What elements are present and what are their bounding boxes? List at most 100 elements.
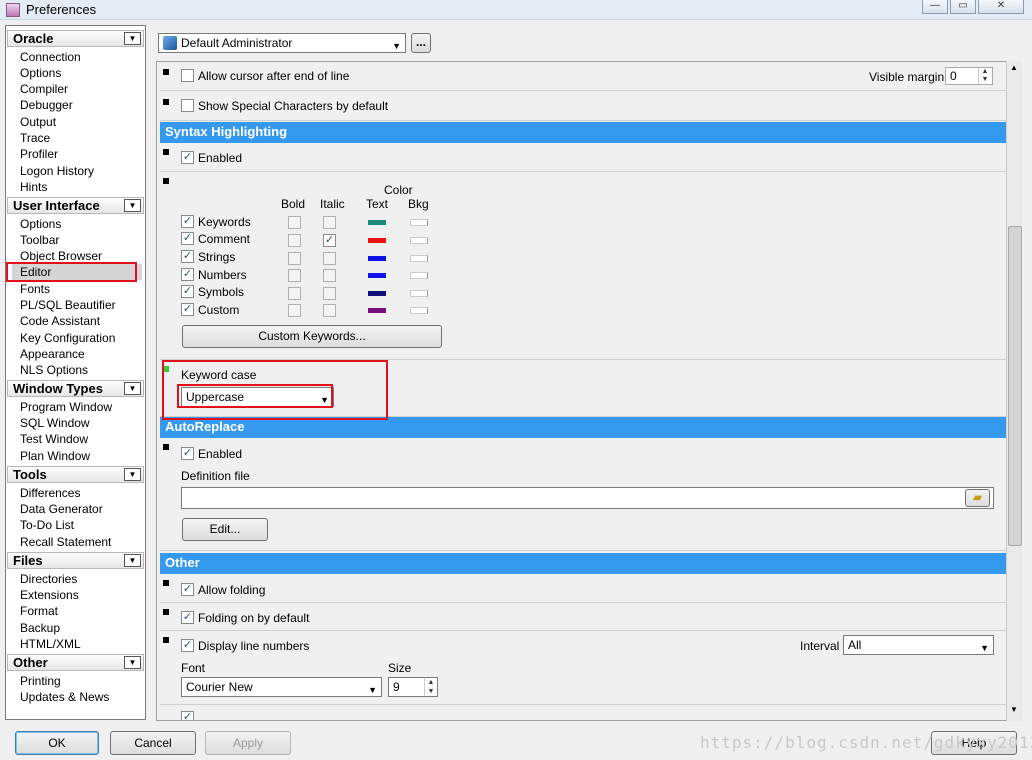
sidebar-item-key-configuration[interactable]: Key Configuration bbox=[20, 330, 115, 346]
sidebar-item-backup[interactable]: Backup bbox=[20, 620, 60, 636]
category-user-interface[interactable]: User Interface ▼ bbox=[7, 197, 144, 214]
folding-default-checkbox[interactable]: ✓ bbox=[181, 611, 194, 624]
keywords-checkbox[interactable]: ✓ bbox=[181, 215, 194, 228]
scroll-down-icon[interactable]: ▼ bbox=[1010, 705, 1018, 714]
comment-bold-checkbox[interactable] bbox=[288, 234, 301, 247]
custom-keywords-button[interactable]: Custom Keywords... bbox=[182, 325, 442, 348]
syntax-enabled-checkbox[interactable]: ✓ bbox=[181, 151, 194, 164]
sidebar-item-logon-history[interactable]: Logon History bbox=[20, 163, 94, 179]
font-select[interactable]: Courier New ▼ bbox=[181, 677, 382, 697]
numbers-italic-checkbox[interactable] bbox=[323, 269, 336, 282]
sidebar-item-todo-list[interactable]: To-Do List bbox=[20, 517, 74, 533]
numbers-checkbox[interactable]: ✓ bbox=[181, 268, 194, 281]
chevron-down-icon[interactable]: ▼ bbox=[124, 382, 141, 395]
chevron-down-icon[interactable]: ▼ bbox=[124, 32, 141, 45]
spinner-arrows-icon[interactable]: ▲ ▼ bbox=[978, 68, 991, 84]
sidebar-item-differences[interactable]: Differences bbox=[20, 485, 80, 501]
keywords-bold-checkbox[interactable] bbox=[288, 216, 301, 229]
sidebar-item-appearance[interactable]: Appearance bbox=[20, 346, 85, 362]
folder-open-icon[interactable]: ▰ bbox=[965, 489, 990, 507]
chevron-down-icon[interactable]: ▼ bbox=[124, 554, 141, 567]
sidebar-item-plsql-beautifier[interactable]: PL/SQL Beautifier bbox=[20, 297, 116, 313]
sidebar-item-recall-statement[interactable]: Recall Statement bbox=[20, 534, 111, 550]
sidebar-item-test-window[interactable]: Test Window bbox=[20, 431, 88, 447]
strings-bkg-color[interactable] bbox=[410, 255, 428, 262]
category-window-types[interactable]: Window Types ▼ bbox=[7, 380, 144, 397]
chevron-down-icon[interactable]: ▼ bbox=[124, 656, 141, 669]
keywords-text-color[interactable] bbox=[368, 220, 386, 225]
sidebar-item-program-window[interactable]: Program Window bbox=[20, 399, 112, 415]
strings-italic-checkbox[interactable] bbox=[323, 252, 336, 265]
symbols-checkbox[interactable]: ✓ bbox=[181, 285, 194, 298]
custom-text-color[interactable] bbox=[368, 308, 386, 313]
symbols-italic-checkbox[interactable] bbox=[323, 287, 336, 300]
cancel-button[interactable]: Cancel bbox=[110, 731, 196, 755]
sidebar-item-data-generator[interactable]: Data Generator bbox=[20, 501, 103, 517]
apply-button[interactable]: Apply bbox=[205, 731, 291, 755]
category-oracle[interactable]: Oracle ▼ bbox=[7, 30, 144, 47]
category-other[interactable]: Other ▼ bbox=[7, 654, 144, 671]
sidebar-item-printing[interactable]: Printing bbox=[20, 673, 61, 689]
custom-bkg-color[interactable] bbox=[410, 307, 428, 314]
chevron-down-icon[interactable]: ▼ bbox=[124, 199, 141, 212]
allow-folding-checkbox[interactable]: ✓ bbox=[181, 583, 194, 596]
category-tools[interactable]: Tools ▼ bbox=[7, 466, 144, 483]
sidebar-item-debugger[interactable]: Debugger bbox=[20, 97, 73, 113]
scrollbar-thumb[interactable] bbox=[1008, 226, 1022, 546]
comment-text-color[interactable] bbox=[368, 238, 386, 243]
comment-bkg-color[interactable] bbox=[410, 237, 428, 244]
scroll-up-icon[interactable]: ▲ bbox=[1010, 63, 1018, 72]
keywords-bkg-color[interactable] bbox=[410, 219, 428, 226]
minimize-icon[interactable]: — bbox=[922, 0, 948, 14]
chevron-down-icon[interactable]: ▼ bbox=[124, 468, 141, 481]
interval-select[interactable]: All ▼ bbox=[843, 635, 994, 655]
keywords-italic-checkbox[interactable] bbox=[323, 216, 336, 229]
sidebar-item-ui-options[interactable]: Options bbox=[20, 216, 61, 232]
sidebar-item-extensions[interactable]: Extensions bbox=[20, 587, 79, 603]
sidebar-item-hints[interactable]: Hints bbox=[20, 179, 47, 195]
sidebar-item-plan-window[interactable]: Plan Window bbox=[20, 448, 90, 464]
vertical-scrollbar[interactable]: ▲ ▼ bbox=[1006, 61, 1022, 721]
comment-italic-checkbox[interactable]: ✓ bbox=[323, 234, 336, 247]
sidebar-item-options[interactable]: Options bbox=[20, 65, 61, 81]
maximize-icon[interactable]: ▭ bbox=[950, 0, 976, 14]
profile-more-button[interactable]: ... bbox=[411, 33, 431, 53]
custom-bold-checkbox[interactable] bbox=[288, 304, 301, 317]
spinner-arrows-icon[interactable]: ▲ ▼ bbox=[424, 678, 437, 696]
allow-cursor-checkbox[interactable] bbox=[181, 69, 194, 82]
numbers-text-color[interactable] bbox=[368, 273, 386, 278]
special-chars-checkbox[interactable] bbox=[181, 99, 194, 112]
category-files[interactable]: Files ▼ bbox=[7, 552, 144, 569]
symbols-text-color[interactable] bbox=[368, 291, 386, 296]
custom-checkbox[interactable]: ✓ bbox=[181, 303, 194, 316]
symbols-bkg-color[interactable] bbox=[410, 290, 428, 297]
line-numbers-checkbox[interactable]: ✓ bbox=[181, 639, 194, 652]
strings-text-color[interactable] bbox=[368, 256, 386, 261]
ok-button[interactable]: OK bbox=[15, 731, 99, 755]
numbers-bold-checkbox[interactable] bbox=[288, 269, 301, 282]
sidebar-item-output[interactable]: Output bbox=[20, 114, 56, 130]
sidebar-item-directories[interactable]: Directories bbox=[20, 571, 77, 587]
numbers-bkg-color[interactable] bbox=[410, 272, 428, 279]
definition-file-input[interactable] bbox=[181, 487, 994, 509]
sidebar-item-html-xml[interactable]: HTML/XML bbox=[20, 636, 81, 652]
profile-select[interactable]: Default Administrator ▼ bbox=[158, 33, 406, 53]
strings-checkbox[interactable]: ✓ bbox=[181, 250, 194, 263]
sidebar-item-sql-window[interactable]: SQL Window bbox=[20, 415, 90, 431]
sidebar-item-compiler[interactable]: Compiler bbox=[20, 81, 68, 97]
autoreplace-enabled-checkbox[interactable]: ✓ bbox=[181, 447, 194, 460]
close-icon[interactable]: ✕ bbox=[978, 0, 1024, 14]
sidebar-item-connection[interactable]: Connection bbox=[20, 49, 81, 65]
sidebar-item-fonts[interactable]: Fonts bbox=[20, 281, 50, 297]
sidebar-item-updates-news[interactable]: Updates & News bbox=[20, 689, 109, 705]
sidebar-item-profiler[interactable]: Profiler bbox=[20, 146, 58, 162]
sidebar-item-nls-options[interactable]: NLS Options bbox=[20, 362, 88, 378]
strings-bold-checkbox[interactable] bbox=[288, 252, 301, 265]
comment-checkbox[interactable]: ✓ bbox=[181, 232, 194, 245]
size-input[interactable]: 9 ▲ ▼ bbox=[388, 677, 438, 697]
sidebar-item-format[interactable]: Format bbox=[20, 603, 58, 619]
partial-checkbox[interactable]: ✓ bbox=[181, 711, 194, 720]
edit-button[interactable]: Edit... bbox=[182, 518, 268, 541]
sidebar-item-trace[interactable]: Trace bbox=[20, 130, 50, 146]
symbols-bold-checkbox[interactable] bbox=[288, 287, 301, 300]
